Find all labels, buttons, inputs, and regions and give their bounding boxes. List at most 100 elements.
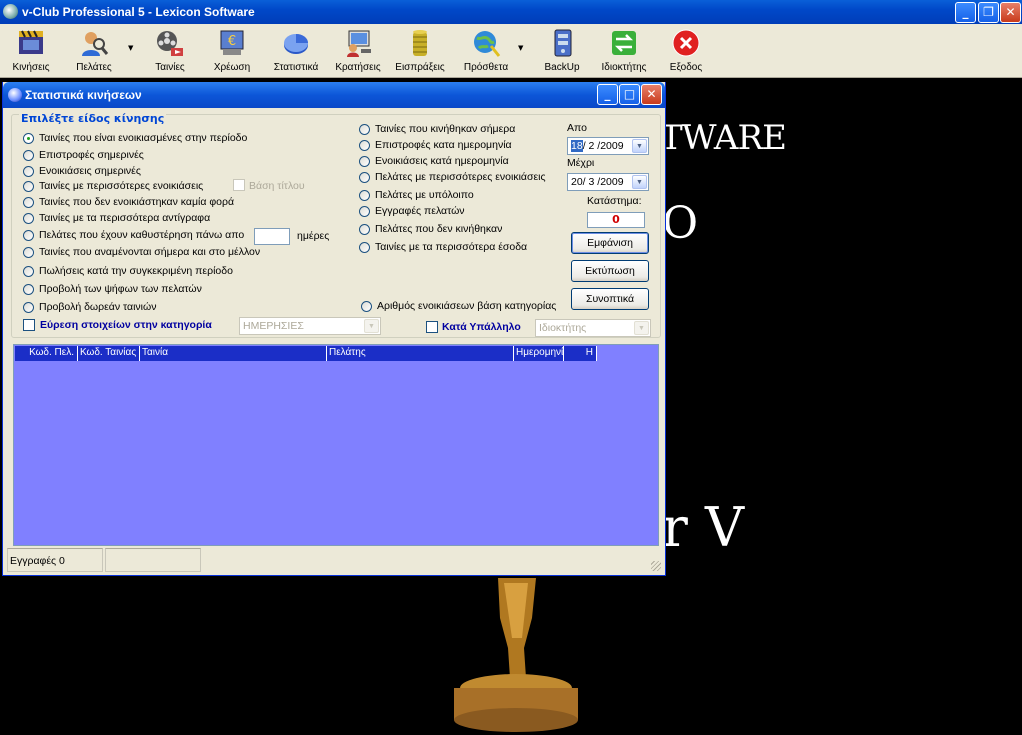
backup-database-icon xyxy=(554,29,572,57)
radio-dot xyxy=(23,230,34,241)
radio-dot xyxy=(23,197,34,208)
category-select[interactable]: ΗΜΕΡΗΣΙΕΣ ▼ xyxy=(239,317,381,335)
store-input[interactable]: 0 xyxy=(587,212,645,228)
radio-dot xyxy=(359,224,370,235)
chevron-down-icon[interactable]: ▼ xyxy=(632,139,647,153)
radio-dot xyxy=(361,301,372,312)
radio-dot xyxy=(23,302,34,313)
statue-image xyxy=(454,578,578,732)
radio-label: Ταινίες που είναι ενοικιασμένες στην περ… xyxy=(39,132,248,144)
radio-dot xyxy=(23,247,34,258)
toolbar-statistics-button[interactable]: Στατιστικά xyxy=(272,26,320,76)
status-bar: Εγγραφές 0 xyxy=(7,548,663,573)
radio-label: Επιστροφές σημερινές xyxy=(39,149,144,161)
owner-arrows-icon xyxy=(612,31,636,55)
toolbar-customers-button[interactable]: Πελάτες xyxy=(72,26,116,76)
find-in-category-checkbox[interactable] xyxy=(23,319,35,331)
radio-dot xyxy=(359,172,370,183)
group-label: Επιλέξτε είδος κίνησης xyxy=(19,112,167,125)
toolbar-backup-button[interactable]: BackUp xyxy=(540,26,584,76)
dialog-maximize-button[interactable]: □ xyxy=(619,84,640,105)
toolbar-movements-button[interactable]: Κινήσεις xyxy=(10,26,52,76)
show-button[interactable]: Εμφάνιση xyxy=(571,232,649,254)
svg-text:€: € xyxy=(228,34,236,49)
radio-label: Αριθμός ενοικιάσεων βάση κατηγορίας xyxy=(377,300,557,312)
toolbar-receipts-button[interactable]: Εισπράξεις xyxy=(395,26,445,76)
chevron-down-icon[interactable]: ▼ xyxy=(632,175,647,189)
toolbar-label: Στατιστικά xyxy=(273,62,319,73)
dialog-close-button[interactable]: ✕ xyxy=(641,84,662,105)
column-header[interactable]: Η xyxy=(564,346,597,361)
chevron-down-icon: ▼ xyxy=(364,319,379,333)
addons-dropdown-arrow[interactable]: ▼ xyxy=(518,44,523,52)
customers-search-icon xyxy=(82,32,109,56)
close-button[interactable]: ✕ xyxy=(1000,2,1021,23)
employee-select[interactable]: Ιδιοκτήτης ▼ xyxy=(535,319,651,337)
toolbar-reservations-button[interactable]: Κρατήσεις xyxy=(334,26,382,76)
title-basis-label: Βάση τίτλου xyxy=(249,180,305,192)
maximize-button[interactable]: ❐ xyxy=(978,2,999,23)
toolbar-label: Ταινίες xyxy=(155,62,185,73)
dialog-minimize-button[interactable]: _ xyxy=(597,84,618,105)
coins-stack-icon xyxy=(413,30,427,56)
radio-dot xyxy=(23,133,34,144)
to-date-value: 20/ 3 /2009 xyxy=(571,176,624,188)
reservations-computer-icon xyxy=(347,30,371,57)
app-icon xyxy=(3,4,18,19)
results-grid[interactable]: Κωδ. Πελ. Κωδ. Ταινίας Ταινία Πελάτης Ημ… xyxy=(13,344,659,546)
main-toolbar: Κινήσεις Πελάτες ▼ Ταινίες € Χρέωση Στατ… xyxy=(0,24,1022,78)
toolbar-exit-button[interactable]: Εξοδος xyxy=(664,26,708,76)
from-day-field[interactable]: 18 xyxy=(571,140,583,152)
radio-dot xyxy=(23,181,34,192)
radio-dot xyxy=(23,284,34,295)
toolbar-addons-button[interactable]: Πρόσθετα xyxy=(462,26,510,76)
toolbar-charge-button[interactable]: € Χρέωση xyxy=(210,26,254,76)
film-reel-icon xyxy=(157,31,183,56)
category-value: ΗΜΕΡΗΣΙΕΣ xyxy=(243,320,304,332)
radio-label: Επιστροφές κατα ημερομηνία xyxy=(375,139,512,151)
charge-euro-icon: € xyxy=(220,30,244,55)
radio-dot xyxy=(359,190,370,201)
splash-text: O xyxy=(662,198,699,249)
summary-button[interactable]: Συνοπτικά xyxy=(571,288,649,310)
column-header[interactable]: Ημερομηνία xyxy=(514,346,564,361)
toolbar-owner-button[interactable]: Ιδιοκτήτης xyxy=(600,26,648,76)
toolbar-label: Πελάτες xyxy=(76,62,112,73)
title-basis-checkbox[interactable] xyxy=(233,179,245,191)
column-header[interactable]: Πελάτης xyxy=(327,346,514,361)
radio-label: Πελάτες που έχουν καθυστέρηση πάνω απο xyxy=(39,229,245,241)
toolbar-label: Εισπράξεις xyxy=(395,62,445,73)
radio-dot xyxy=(23,150,34,161)
splash-text: r V xyxy=(662,496,744,559)
column-header[interactable]: Ταινία xyxy=(140,346,327,361)
radio-label: Πελάτες με περισσότερες ενοικιάσεις xyxy=(375,171,546,183)
toolbar-label: Ιδιοκτήτης xyxy=(601,62,647,73)
customers-dropdown-arrow[interactable]: ▼ xyxy=(128,44,133,52)
column-header[interactable]: Κωδ. Πελ. xyxy=(15,346,78,361)
minimize-button[interactable]: _ xyxy=(955,2,976,23)
chevron-down-icon: ▼ xyxy=(634,321,649,335)
resize-grip[interactable] xyxy=(651,561,661,571)
by-employee-checkbox[interactable] xyxy=(426,321,438,333)
print-button[interactable]: Εκτύπωση xyxy=(571,260,649,282)
from-date-picker[interactable]: 18/ 2 /2009 ▼ xyxy=(567,137,649,155)
days-suffix-label: ημέρες xyxy=(297,230,330,242)
radio-dot xyxy=(359,242,370,253)
radio-dot xyxy=(23,166,34,177)
toolbar-label: Εξοδος xyxy=(669,62,703,73)
employee-value: Ιδιοκτήτης xyxy=(539,322,587,334)
radio-label: Ταινίες με τα περισσότερα έσοδα xyxy=(375,241,528,253)
statistics-dialog: Στατιστικά κινήσεων _ □ ✕ Επιλέξτε είδος… xyxy=(2,82,666,576)
to-date-picker[interactable]: 20/ 3 /2009 ▼ xyxy=(567,173,649,191)
late-days-input[interactable] xyxy=(254,228,290,245)
radio-dot xyxy=(23,213,34,224)
radio-label: Πελάτες με υπόλοιπο xyxy=(375,189,474,201)
pie-chart-icon xyxy=(284,34,308,54)
status-records: Εγγραφές 0 xyxy=(7,548,103,572)
radio-dot xyxy=(359,206,370,217)
main-title-bar: v-Club Professional 5 - Lexicon Software… xyxy=(0,0,1022,24)
toolbar-movies-button[interactable]: Ταινίες xyxy=(148,26,192,76)
column-header[interactable]: Κωδ. Ταινίας xyxy=(78,346,140,361)
radio-label: Προβολή των ψήφων των πελατών xyxy=(39,283,202,295)
to-label: Μέχρι xyxy=(567,157,595,169)
